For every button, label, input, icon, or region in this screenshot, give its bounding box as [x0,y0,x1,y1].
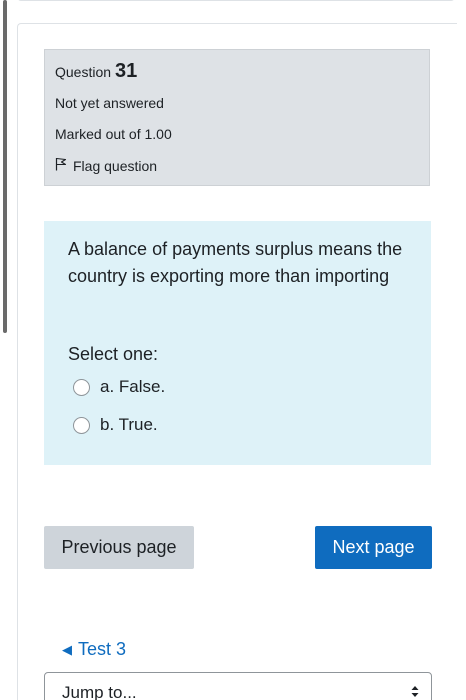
flag-question-label: Flag question [73,157,158,174]
question-number: Question 31 [55,60,137,83]
back-to-test-link[interactable]: ◀ Test 3 [62,639,126,660]
next-page-button[interactable]: Next page [315,526,432,569]
up-down-arrows-icon [411,685,419,700]
answer-option-true[interactable]: b. True. [73,415,158,435]
flag-icon [55,157,73,174]
quiz-page: Question 31 Not yet answered Marked out o… [0,0,466,700]
question-state: Not yet answered [55,95,164,111]
left-triangle-icon: ◀ [62,641,72,657]
answer-option-label: b. True. [100,415,158,434]
question-info-panel: Question 31 Not yet answered Marked out o… [44,49,430,186]
question-number-value: 31 [115,60,138,82]
answer-option-label: a. False. [100,377,166,396]
jump-to-label: Jump to... [62,683,137,700]
back-link-label: Test 3 [78,639,127,659]
scroll-indicator[interactable] [3,0,7,333]
radio-false[interactable] [73,378,90,396]
answer-option-false[interactable]: a. False. [73,377,165,397]
radio-true[interactable] [73,416,90,434]
jump-to-select[interactable]: Jump to... [44,672,432,700]
question-grade: Marked out of 1.00 [55,126,172,142]
question-text: A balance of payments surplus means the … [68,239,403,286]
answer-prompt: Select one: [68,344,159,364]
previous-question-card-edge [17,0,455,1]
question-number-label: Question [55,64,112,80]
previous-page-button[interactable]: Previous page [44,526,194,569]
flag-question-button[interactable]: Flag question [55,157,157,174]
question-content: A balance of payments surplus means the … [44,221,431,465]
